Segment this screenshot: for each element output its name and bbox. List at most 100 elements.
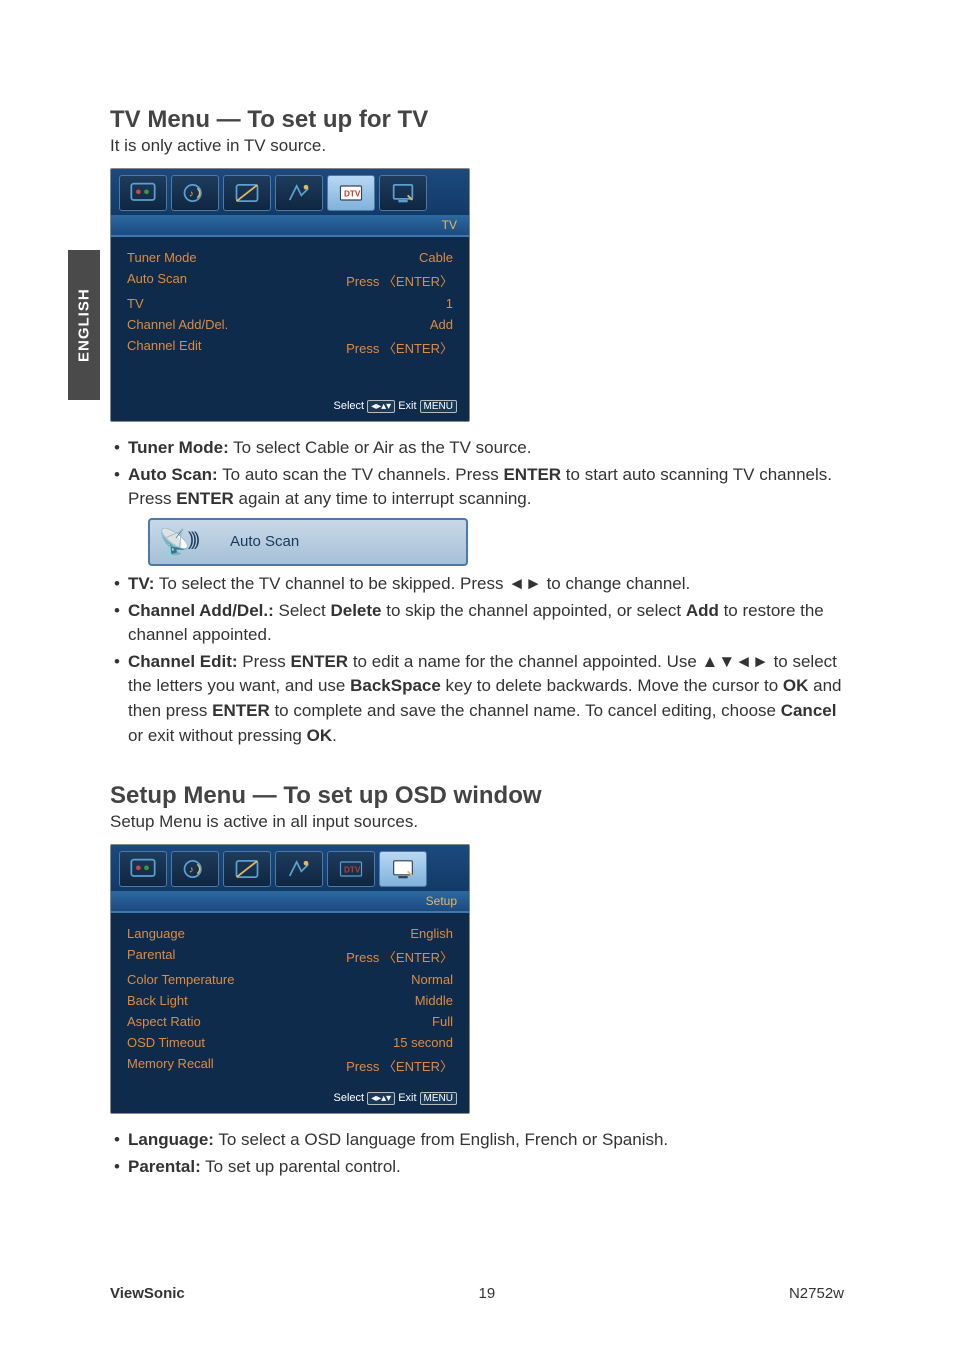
bullet-label: Language: (128, 1130, 214, 1149)
tv-menu-heading: TV Menu — To set up for TV (110, 106, 844, 134)
tv-menu-osd: ♪ DTV TV Tuner ModeCable Auto ScanPress … (110, 168, 470, 422)
osd-label: OSD Timeout (127, 1035, 205, 1050)
osd-row: Memory Recall Press 〈ENTER〉 (127, 1053, 453, 1078)
list-item: Language: To select a OSD language from … (110, 1128, 844, 1153)
footer-model: N2752w (789, 1285, 844, 1302)
list-item: Channel Edit: Press ENTER to edit a name… (110, 650, 844, 749)
osd-label: Back Light (127, 993, 188, 1008)
key-name: OK (783, 676, 809, 695)
osd-value: Press 〈ENTER〉 (346, 1056, 453, 1075)
key-name: BackSpace (350, 676, 441, 695)
video-tab-icon (119, 175, 167, 211)
osd-label: TV (127, 296, 144, 311)
list-item: TV: To select the TV channel to be skipp… (110, 572, 844, 597)
time-tab-icon (223, 851, 271, 887)
osd2-title: Setup (111, 891, 469, 913)
osd-value: 15 second (393, 1035, 453, 1050)
arrow-keys-icon: ◂▸▴▾ (367, 400, 395, 413)
bullet-label: Auto Scan: (128, 465, 218, 484)
setup-tab-icon (379, 851, 427, 887)
osd-label: Aspect Ratio (127, 1014, 201, 1029)
bullet-label: Channel Add/Del.: (128, 601, 274, 620)
osd-value: Normal (411, 972, 453, 987)
bullet-label: Parental: (128, 1157, 201, 1176)
osd-label: Tuner Mode (127, 250, 197, 265)
osd-row: Auto ScanPress 〈ENTER〉 (127, 268, 453, 293)
signal-waves-icon: ))) (188, 526, 197, 552)
osd-row: Channel Add/Del.Add (127, 314, 453, 335)
osd-value: English (410, 926, 453, 941)
footer-page-number: 19 (185, 1285, 789, 1302)
list-item: Tuner Mode: To select Cable or Air as th… (110, 436, 844, 461)
video-tab-icon (119, 851, 167, 887)
bullet-text: to complete and save the channel name. T… (270, 701, 781, 720)
osd2-footer: Select◂▸▴▾ ExitMENU (111, 1086, 469, 1113)
bullet-text: To select the TV channel to be skipped. … (154, 574, 690, 593)
osd-value: Middle (415, 993, 453, 1008)
bullet-text: Select (274, 601, 331, 620)
osd-value: Press 〈ENTER〉 (346, 947, 453, 966)
tv-bullet-list: Tuner Mode: To select Cable or Air as th… (110, 436, 844, 748)
osd-row: Back Light Middle (127, 990, 453, 1011)
option-tab-icon (275, 851, 323, 887)
osd1-footer: Select◂▸▴▾ Exit MENU (111, 394, 469, 421)
bullet-text: . (332, 726, 337, 745)
key-name: ENTER (503, 465, 561, 484)
osd-row: Channel EditPress 〈ENTER〉 (127, 335, 453, 360)
foot-exit-label: Exit (398, 1092, 416, 1104)
osd2-body: LanguageEnglish Parental Press 〈ENTER〉 Co… (111, 913, 469, 1086)
osd-row: Aspect Ratio Full (127, 1011, 453, 1032)
list-item: Parental: To set up parental control. (110, 1155, 844, 1180)
osd-value: Full (432, 1014, 453, 1029)
key-name: Cancel (781, 701, 837, 720)
menu-key: MENU (420, 400, 457, 413)
osd-label: Memory Recall (127, 1056, 214, 1075)
osd-label: Channel Edit (127, 338, 201, 357)
menu-key: MENU (420, 1092, 457, 1105)
key-name: OK (307, 726, 333, 745)
page: ENGLISH TV Menu — To set up for TV It is… (0, 0, 954, 1350)
osd-row: Tuner ModeCable (127, 247, 453, 268)
svg-text:DTV: DTV (344, 866, 361, 875)
page-footer: ViewSonic 19 N2752w (0, 1285, 954, 1302)
satellite-dish-icon: 📡 (158, 524, 190, 562)
list-item: Channel Add/Del.: Select Delete to skip … (110, 599, 844, 648)
osd-tab-bar: ♪ DTV (111, 169, 469, 215)
osd-label: Auto Scan (127, 271, 187, 290)
foot-exit-label: Exit (398, 400, 416, 412)
bullet-text: again at any time to interrupt scanning. (234, 489, 532, 508)
scanbox-label: Auto Scan (230, 531, 299, 553)
setup-menu-heading: Setup Menu — To set up OSD window (110, 782, 844, 810)
osd1-title: TV (111, 215, 469, 237)
osd-label: Parental (127, 947, 175, 966)
bullet-text: To select Cable or Air as the TV source. (229, 438, 532, 457)
key-name: ENTER (176, 489, 234, 508)
osd-row: OSD Timeout 15 second (127, 1032, 453, 1053)
osd-row: LanguageEnglish (127, 923, 453, 944)
tv-tab-icon: DTV (327, 175, 375, 211)
osd-row: Color TemperatureNormal (127, 969, 453, 990)
language-side-tab: ENGLISH (68, 250, 100, 400)
list-item: Auto Scan: To auto scan the TV channels.… (110, 463, 844, 566)
bullet-text: to skip the channel appointed, or select (382, 601, 686, 620)
osd-tab-bar: ♪ DTV (111, 845, 469, 891)
svg-text:♪: ♪ (189, 865, 194, 875)
time-tab-icon (223, 175, 271, 211)
bullet-text: or exit without pressing (128, 726, 307, 745)
osd-row: Parental Press 〈ENTER〉 (127, 944, 453, 969)
foot-select-label: Select (333, 400, 364, 412)
arrow-keys-icon: ◂▸▴▾ (367, 1092, 395, 1105)
key-name: ENTER (290, 652, 348, 671)
audio-tab-icon: ♪ (171, 175, 219, 211)
osd-value: Add (430, 317, 453, 332)
footer-brand: ViewSonic (110, 1285, 185, 1302)
setup-tab-icon (379, 175, 427, 211)
tv-tab-icon: DTV (327, 851, 375, 887)
osd-value: 1 (446, 296, 453, 311)
setup-menu-osd: ♪ DTV Setup LanguageEnglish Parental Pres… (110, 844, 470, 1114)
svg-text:DTV: DTV (344, 190, 361, 199)
bullet-text: To auto scan the TV channels. Press (218, 465, 504, 484)
key-name: ENTER (212, 701, 270, 720)
key-name: Add (686, 601, 719, 620)
osd-row: TV 1 (127, 293, 453, 314)
